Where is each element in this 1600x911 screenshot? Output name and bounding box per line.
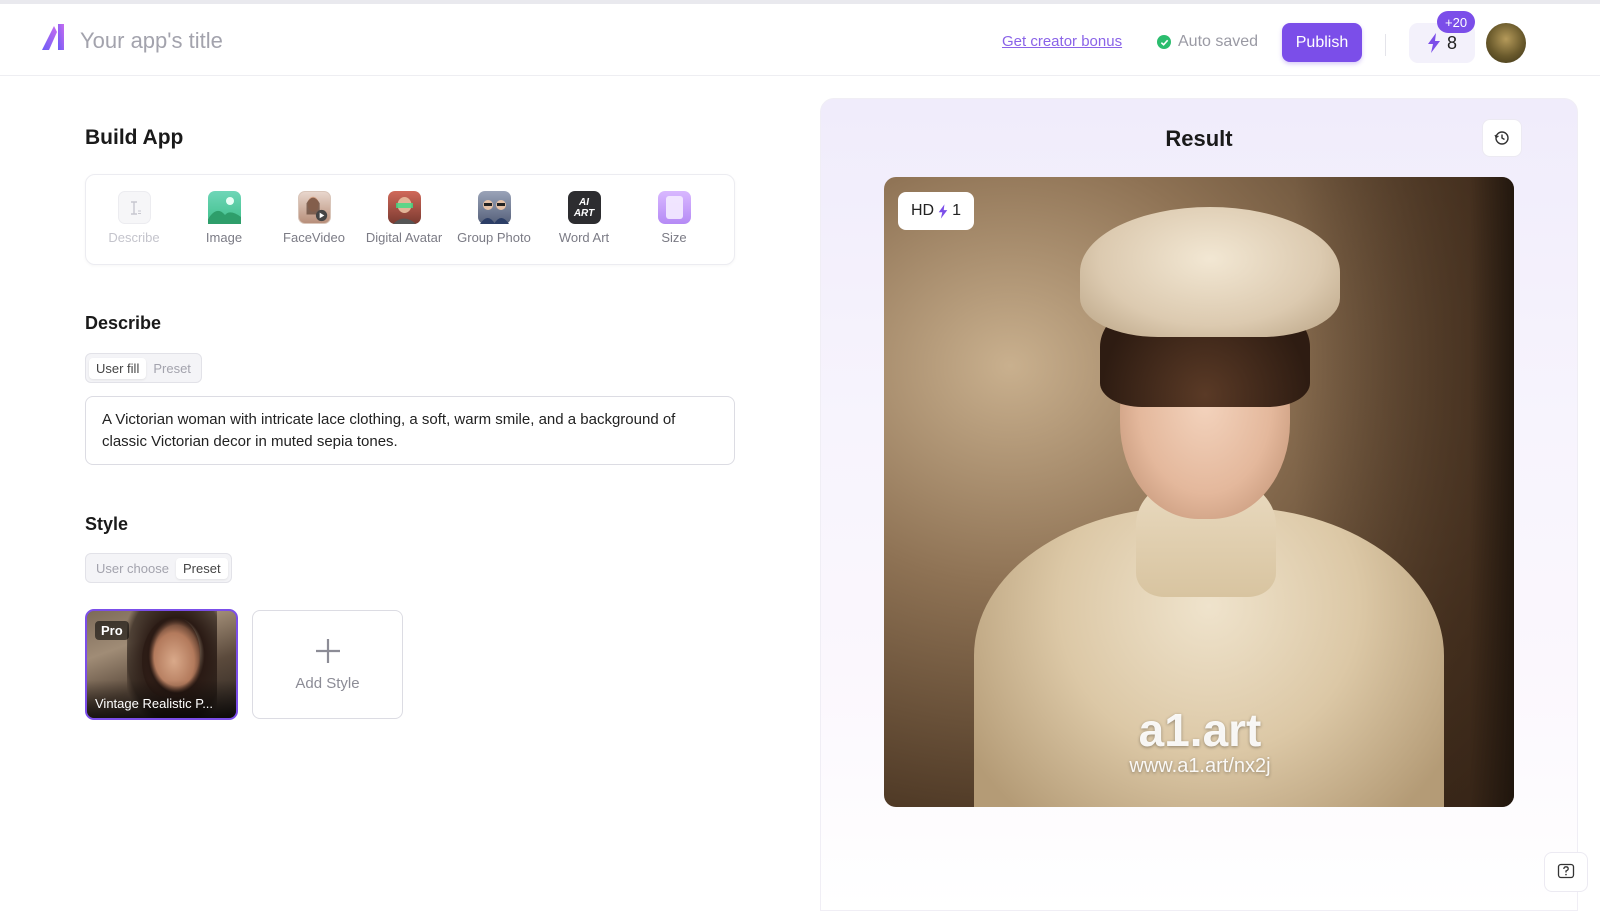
app-logo-icon bbox=[42, 24, 64, 50]
word-art-icon-text: AI ART bbox=[573, 196, 595, 219]
word-art-icon: AI ART bbox=[567, 191, 601, 224]
auto-saved-status: Auto saved bbox=[1157, 33, 1258, 51]
watermark-brand: a1.art bbox=[1138, 704, 1262, 756]
result-title: Result bbox=[1165, 126, 1233, 151]
app-title[interactable]: Your app's title bbox=[80, 28, 223, 54]
face-video-icon bbox=[297, 191, 331, 224]
style-name: Vintage Realistic P... bbox=[87, 680, 236, 718]
size-icon bbox=[657, 191, 691, 224]
tool-facevideo[interactable]: FaceVideo bbox=[269, 191, 359, 245]
text-cursor-icon bbox=[117, 191, 151, 224]
help-icon bbox=[1557, 863, 1575, 879]
top-header: Your app's title Get creator bonus Auto … bbox=[0, 0, 1600, 76]
publish-button[interactable]: Publish bbox=[1282, 23, 1362, 62]
component-toolbar: Describe Image FaceVideo Digital Avatar … bbox=[85, 174, 735, 265]
tool-label: Digital Avatar bbox=[365, 230, 443, 245]
prompt-textarea[interactable]: A Victorian woman with intricate lace cl… bbox=[85, 396, 735, 465]
help-button[interactable] bbox=[1544, 852, 1588, 892]
add-style-button[interactable]: Add Style bbox=[252, 610, 403, 719]
add-style-label: Add Style bbox=[295, 675, 360, 692]
credits-count: 8 bbox=[1446, 32, 1457, 53]
image-figure-hat bbox=[1080, 207, 1340, 337]
hd-cost: 1 bbox=[952, 202, 961, 219]
build-app-title: Build App bbox=[85, 126, 184, 149]
describe-source-toggle: User fill Preset bbox=[85, 353, 202, 383]
toggle-user-choose[interactable]: User choose bbox=[89, 558, 176, 579]
toggle-preset[interactable]: Preset bbox=[175, 557, 228, 579]
creator-bonus-link[interactable]: Get creator bonus bbox=[1002, 33, 1122, 50]
header-divider bbox=[1385, 34, 1386, 56]
watermark-url: www.a1.art/nx2j bbox=[1129, 755, 1271, 777]
tool-label: FaceVideo bbox=[283, 230, 345, 245]
pro-badge: Pro bbox=[95, 621, 129, 640]
describe-title: Describe bbox=[85, 313, 162, 333]
tool-label: Image bbox=[205, 230, 243, 245]
watermark: a1.art www.a1.art/nx2j bbox=[1105, 705, 1295, 777]
check-circle-icon bbox=[1157, 35, 1171, 49]
tool-image[interactable]: Image bbox=[179, 191, 269, 245]
plus-icon bbox=[315, 639, 340, 663]
tool-label: Group Photo bbox=[457, 230, 531, 245]
history-icon bbox=[1494, 131, 1509, 145]
group-photo-icon bbox=[477, 191, 511, 224]
lightning-icon bbox=[938, 203, 948, 219]
toggle-user-fill[interactable]: User fill bbox=[89, 357, 147, 379]
style-source-toggle: User choose Preset bbox=[85, 553, 232, 583]
digital-avatar-icon bbox=[387, 191, 421, 224]
hd-label: HD bbox=[910, 202, 935, 219]
tool-label: Describe bbox=[108, 230, 160, 245]
tool-size[interactable]: Size bbox=[629, 191, 719, 245]
bonus-badge: +20 bbox=[1437, 11, 1476, 33]
image-icon bbox=[207, 191, 241, 224]
tool-group-photo[interactable]: Group Photo bbox=[449, 191, 539, 245]
user-avatar[interactable] bbox=[1486, 23, 1526, 63]
tool-label: Word Art bbox=[558, 230, 610, 245]
toggle-preset[interactable]: Preset bbox=[146, 358, 198, 379]
tool-label: Size bbox=[661, 230, 687, 245]
tool-word-art[interactable]: AI ART Word Art bbox=[539, 191, 629, 245]
tool-digital-avatar[interactable]: Digital Avatar bbox=[359, 191, 449, 245]
hd-badge[interactable]: HD 1 bbox=[898, 192, 974, 230]
style-title: Style bbox=[85, 514, 129, 534]
auto-saved-label: Auto saved bbox=[1178, 33, 1259, 50]
history-button[interactable] bbox=[1482, 119, 1522, 157]
lightning-icon bbox=[1427, 33, 1440, 53]
tool-describe[interactable]: Describe bbox=[89, 191, 179, 245]
style-card-selected[interactable]: Pro Vintage Realistic P... bbox=[85, 609, 238, 720]
